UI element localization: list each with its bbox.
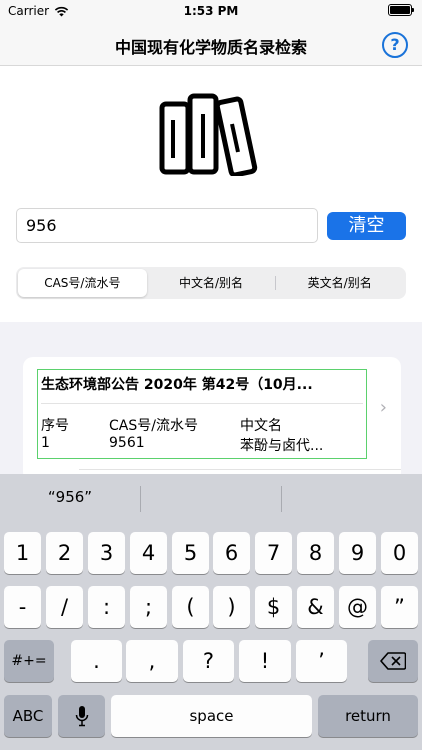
key-slash[interactable]: / xyxy=(46,586,83,628)
key-question[interactable]: ? xyxy=(183,640,234,682)
key-ampersand[interactable]: & xyxy=(297,586,334,628)
key-quote[interactable]: ” xyxy=(381,586,418,628)
search-input[interactable] xyxy=(16,208,318,243)
dictation-key[interactable] xyxy=(58,695,105,737)
key-exclamation[interactable]: ! xyxy=(239,640,291,682)
help-button[interactable]: ? xyxy=(382,32,408,58)
header-cas: CAS号/流水号 xyxy=(109,418,198,434)
suggestion-item[interactable]: “956” xyxy=(0,488,140,506)
key-2[interactable]: 2 xyxy=(46,532,83,574)
key-at[interactable]: @ xyxy=(339,586,376,628)
status-time: 1:53 PM xyxy=(183,4,239,18)
header-serial: 序号 xyxy=(41,418,69,434)
microphone-icon xyxy=(75,706,88,727)
key-apostrophe[interactable]: ’ xyxy=(296,640,347,682)
key-1[interactable]: 1 xyxy=(4,532,41,574)
key-dollar[interactable]: $ xyxy=(255,586,292,628)
search-type-segmented-control: CAS号/流水号 中文名/别名 英文名/别名 xyxy=(16,267,406,299)
key-comma[interactable]: , xyxy=(126,640,178,682)
key-period[interactable]: . xyxy=(71,640,122,682)
key-0[interactable]: 0 xyxy=(381,532,418,574)
key-return[interactable]: return xyxy=(318,695,418,737)
key-3[interactable]: 3 xyxy=(88,532,125,574)
suggestion-bar: “956” xyxy=(0,474,422,524)
key-semicolon[interactable]: ; xyxy=(130,586,167,628)
key-abc[interactable]: ABC xyxy=(4,695,52,737)
key-colon[interactable]: : xyxy=(88,586,125,628)
key-7[interactable]: 7 xyxy=(255,532,292,574)
suggestion-divider xyxy=(281,486,282,512)
results-area: 生态环境部公告 2020年 第42号（10月... 序号 CAS号/流水号 中文… xyxy=(0,322,422,482)
keyboard: “956” 1 2 3 4 5 6 7 8 9 0 - / : ; ( ) $ … xyxy=(0,474,422,750)
key-close-paren[interactable]: ) xyxy=(213,586,250,628)
suggestion-divider xyxy=(140,486,141,512)
battery-icon xyxy=(388,4,414,16)
key-6[interactable]: 6 xyxy=(213,532,250,574)
result-divider xyxy=(41,403,363,404)
clear-button[interactable]: 清空 xyxy=(327,212,406,240)
result-card[interactable]: 生态环境部公告 2020年 第42号（10月... 序号 CAS号/流水号 中文… xyxy=(23,357,401,482)
result-item[interactable]: 生态环境部公告 2020年 第42号（10月... 序号 CAS号/流水号 中文… xyxy=(37,369,367,459)
value-chinese-name: 苯酚与卤代... xyxy=(240,438,324,454)
key-4[interactable]: 4 xyxy=(130,532,167,574)
chevron-right-icon: › xyxy=(379,397,387,418)
key-open-paren[interactable]: ( xyxy=(172,586,209,628)
backspace-key[interactable] xyxy=(368,640,418,682)
backspace-icon xyxy=(380,652,407,670)
key-space[interactable]: space xyxy=(111,695,312,737)
row-separator xyxy=(79,469,401,470)
key-9[interactable]: 9 xyxy=(339,532,376,574)
status-right xyxy=(388,4,414,16)
key-5[interactable]: 5 xyxy=(172,532,209,574)
key-dash[interactable]: - xyxy=(4,586,41,628)
segment-chinese-name[interactable]: 中文名/别名 xyxy=(147,269,276,297)
result-title: 生态环境部公告 2020年 第42号（10月... xyxy=(41,377,313,393)
page-title: 中国现有化学物质名录检索 xyxy=(114,38,307,57)
header-chinese-name: 中文名 xyxy=(240,418,282,434)
key-8[interactable]: 8 xyxy=(297,532,334,574)
segment-cas-number[interactable]: CAS号/流水号 xyxy=(18,269,147,297)
books-icon xyxy=(159,93,258,176)
status-bar: Carrier 1:53 PM xyxy=(0,0,422,22)
value-serial: 1 xyxy=(41,435,50,451)
value-cas: 9561 xyxy=(109,435,145,451)
key-more-symbols[interactable]: #+= xyxy=(4,640,54,682)
nav-bar: 中国现有化学物质名录检索 ? xyxy=(0,22,422,66)
segment-english-name[interactable]: 英文名/别名 xyxy=(275,269,404,297)
